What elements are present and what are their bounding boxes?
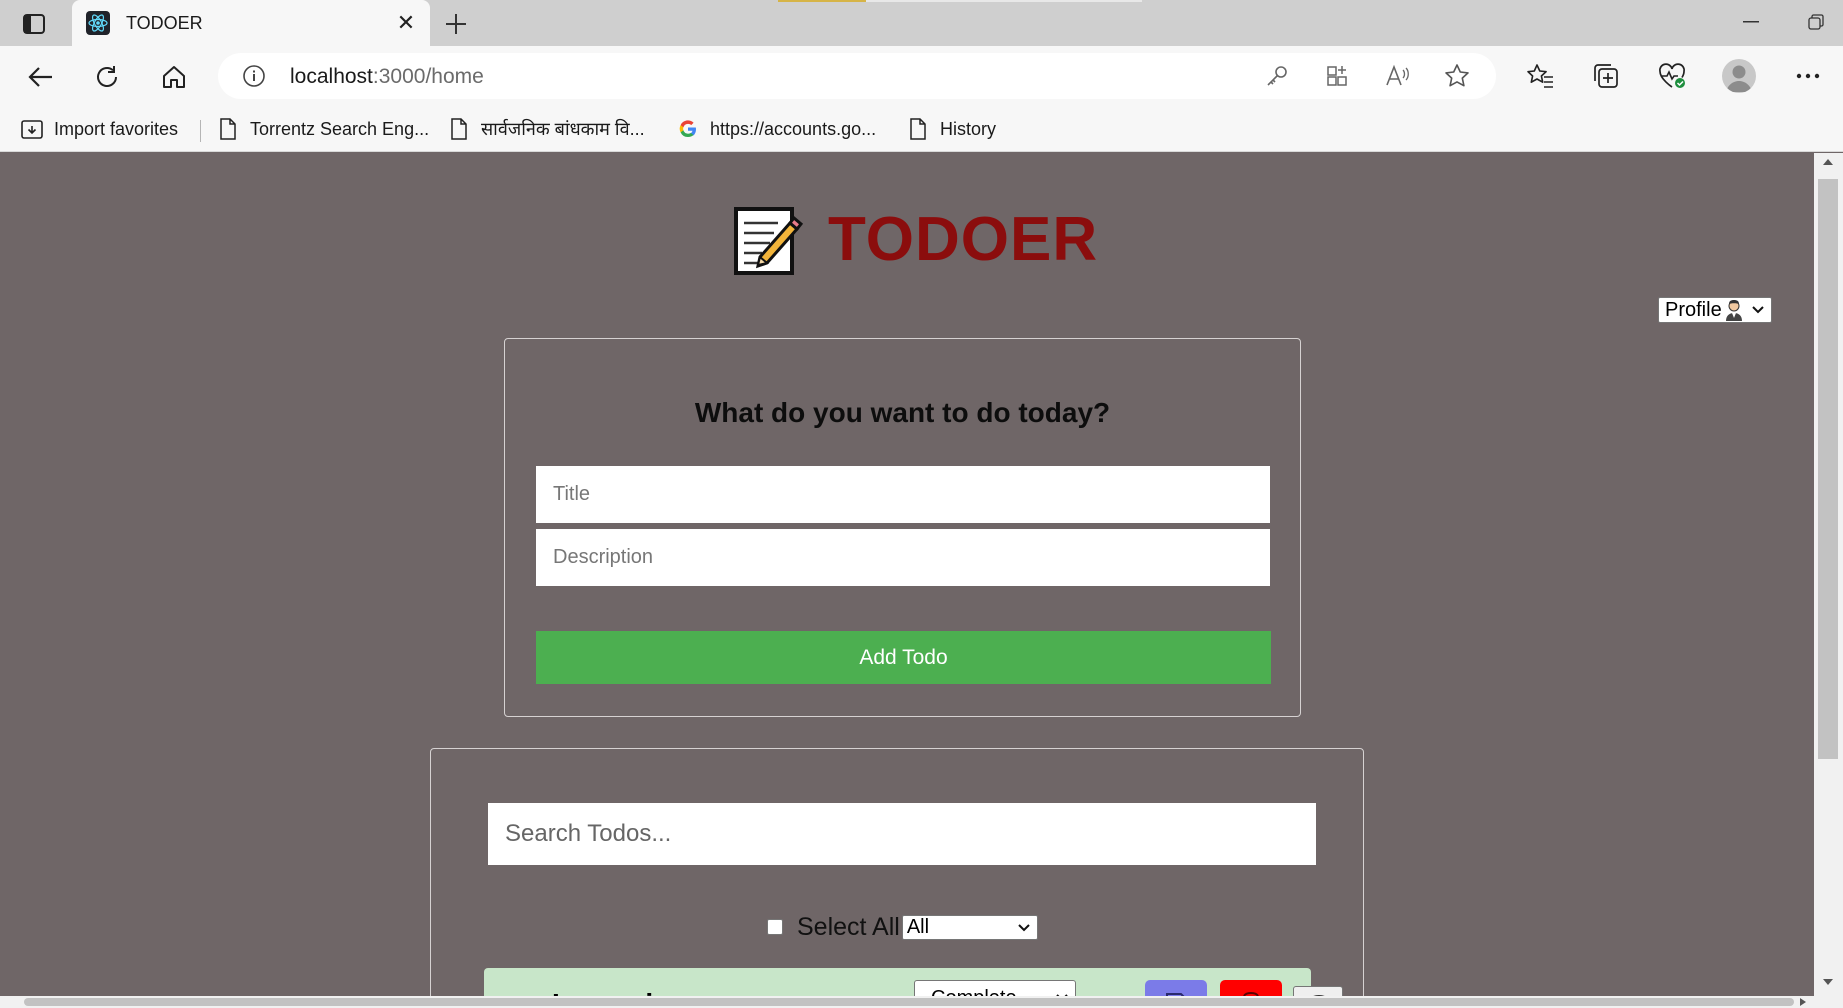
page-icon [906,117,930,141]
tab-strip-highlight [866,0,1142,2]
edit-icon [1166,993,1185,996]
bookmarks-bar: Import favorites Torrentz Search Eng... … [0,106,1843,152]
description-input[interactable] [536,529,1270,586]
bookmark-history[interactable]: History [906,116,996,142]
select-all-row: Select All All [767,913,1038,941]
bookmark-label: History [940,118,997,139]
todo-item: Lorem ipsum Complete [484,968,1343,996]
bookmark-torrentz[interactable]: Torrentz Search Eng... [216,116,429,142]
apps-icon[interactable] [1324,63,1350,89]
todo-status-dropdown[interactable]: Complete [914,980,1076,996]
todo-title: Lorem ipsum [552,988,728,996]
address-bar[interactable]: localhost:3000/home [218,53,1496,99]
bookmark-pwd[interactable]: सार्वजनिक बांधकाम वि... [447,116,645,142]
url-path: :3000/home [372,65,484,88]
scroll-right-icon[interactable] [1800,998,1806,1006]
url-text[interactable]: localhost:3000/home [290,65,484,89]
site-info-icon[interactable] [242,64,266,88]
memo-icon [734,207,804,275]
app-title: TODOER [828,204,1099,274]
add-todo-card: What do you want to do today? Add Todo [504,338,1301,717]
new-tab-icon[interactable] [440,8,472,40]
key-icon[interactable] [1264,63,1290,89]
tab-actions-icon[interactable] [20,10,48,38]
scroll-up-icon[interactable] [1823,159,1833,165]
bookmark-import-favorites[interactable]: Import favorites [20,116,178,142]
select-all-label: Select All [797,912,900,941]
todo-status-value: Complete [931,987,1017,996]
app-header: TODOER [730,201,1098,277]
profile-avatar-icon[interactable] [1722,59,1756,93]
bookmark-label: Torrentz Search Eng... [250,118,430,139]
google-icon [676,117,700,141]
browser-tab-active[interactable]: TODOER ✕ [72,0,430,46]
user-icon [1725,300,1742,321]
browser-toolbar: localhost:3000/home [0,46,1843,106]
select-all-checkbox[interactable] [767,919,783,935]
filter-value: All [906,915,930,938]
view-todo-button[interactable] [1293,986,1343,996]
tab-strip: TODOER ✕ [0,0,1843,46]
browser-essentials-icon[interactable] [1655,59,1689,93]
home-icon[interactable] [157,60,191,94]
tab-strip-accent [778,0,866,2]
profile-label: Profile [1665,298,1722,321]
todo-list-card: Select All All Lorem ipsum Complete [430,748,1364,996]
page-viewport: TODOER Profile What do you want to do to… [0,153,1814,996]
collections-icon[interactable] [1589,59,1623,93]
search-input[interactable] [488,803,1316,865]
back-icon[interactable] [24,60,58,94]
page-icon [447,117,471,141]
minimize-icon[interactable] [1735,8,1767,36]
react-icon [86,11,110,35]
chevron-down-icon [1018,923,1030,931]
edit-todo-button[interactable] [1145,980,1207,996]
bookmark-label: सार्वजनिक बांधकाम वि... [481,119,645,139]
restore-icon[interactable] [1800,8,1832,36]
favorites-icon[interactable] [1523,59,1557,93]
add-todo-button[interactable]: Add Todo [536,631,1271,684]
bookmarks-divider [200,120,201,142]
filter-dropdown[interactable]: All [901,914,1038,940]
import-favorites-icon [20,117,44,141]
eye-icon [1313,995,1325,996]
close-tab-icon[interactable]: ✕ [394,10,418,35]
delete-todo-button[interactable] [1220,980,1282,996]
scrollbar-thumb[interactable] [24,998,1794,1006]
tab-title: TODOER [126,13,203,33]
reload-icon[interactable] [90,60,124,94]
horizontal-scrollbar[interactable] [0,996,1843,1008]
read-aloud-icon[interactable] [1384,63,1410,89]
scroll-down-icon[interactable] [1823,979,1833,985]
vertical-scrollbar[interactable] [1814,153,1843,996]
page-icon [216,117,240,141]
url-host: localhost [290,65,373,88]
add-todo-heading: What do you want to do today? [694,397,1111,428]
bookmark-label: https://accounts.go... [710,118,877,139]
scrollbar-thumb[interactable] [1818,179,1838,759]
chevron-down-icon [1752,306,1764,314]
title-input[interactable] [536,466,1270,523]
trash-icon [1243,992,1259,996]
more-menu-icon[interactable] [1791,59,1825,93]
bookmark-google-accounts[interactable]: https://accounts.go... [676,116,876,142]
bookmark-label: Import favorites [54,118,179,139]
profile-dropdown[interactable]: Profile [1658,297,1772,323]
favorite-star-icon[interactable] [1444,63,1470,89]
